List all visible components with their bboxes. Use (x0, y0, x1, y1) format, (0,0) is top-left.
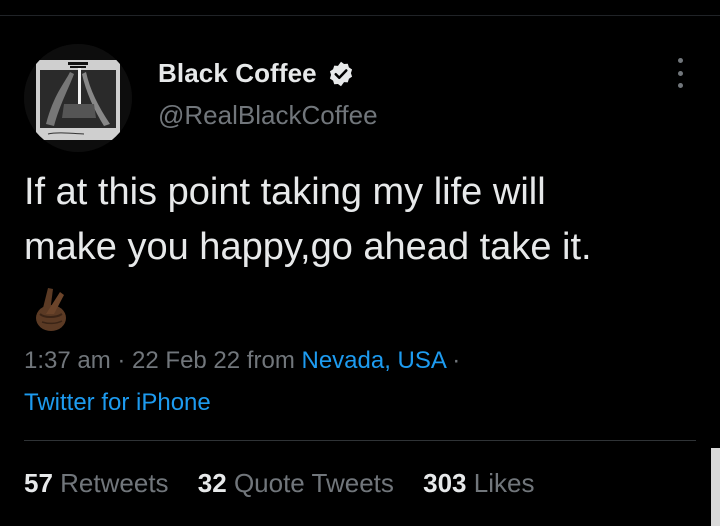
likes-count: 303 (423, 468, 467, 498)
more-options-icon[interactable] (670, 58, 690, 88)
quote-tweets-label: Quote Tweets (233, 468, 394, 498)
source-link[interactable]: Twitter for iPhone (24, 389, 211, 416)
retweets-label: Retweets (60, 468, 169, 498)
retweets-count: 57 (24, 468, 53, 498)
quote-tweets-stat[interactable]: 32 Quote Tweets (198, 468, 394, 498)
author-handle[interactable]: @RealBlackCoffee (158, 100, 378, 131)
author-name-row[interactable]: Black Coffee (158, 58, 355, 89)
likes-stat[interactable]: 303 Likes (423, 468, 534, 498)
quote-tweets-count: 32 (197, 468, 227, 498)
scrollbar[interactable] (711, 448, 720, 526)
tweet-meta: 1:37 am · 22 Feb 22 from Nevada, USA · T… (24, 340, 704, 424)
album-cover-image (24, 44, 132, 152)
separator-dot-2: · (445, 347, 461, 374)
tweet-text-line-2: make you happy,go ahead take it. (24, 226, 592, 268)
tweet-text-line-1: If at this point taking my life will (24, 171, 546, 213)
crossed-fingers-emoji-icon (30, 284, 72, 332)
verified-badge-icon (327, 60, 355, 88)
tweet-text: If at this point taking my life will mak… (24, 165, 704, 275)
top-divider (0, 15, 720, 16)
from-label: from (240, 347, 302, 374)
separator-dot: · (110, 347, 133, 374)
retweets-stat[interactable]: 57 Retweets (24, 468, 169, 498)
timestamp-line: 1:37 am · 22 Feb 22 from Nevada, USA · (24, 340, 704, 382)
tweet-date[interactable]: 22 Feb 22 (132, 347, 240, 374)
tweet-time[interactable]: 1:37 am (24, 347, 111, 374)
tweet-stats: 57 Retweets 32 Quote Tweets 303 Likes (24, 468, 556, 499)
likes-label: Likes (473, 468, 535, 498)
stats-divider (24, 440, 696, 441)
location-link[interactable]: Nevada, USA (301, 347, 445, 374)
avatar[interactable] (24, 44, 132, 152)
author-name[interactable]: Black Coffee (158, 58, 317, 89)
